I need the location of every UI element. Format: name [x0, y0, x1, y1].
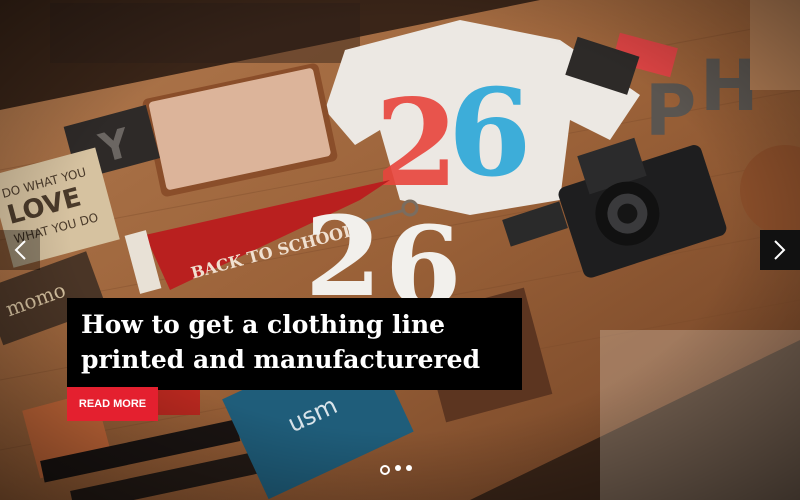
chevron-right-icon [774, 240, 786, 260]
headline-line-2: printed and manufacturered [81, 345, 481, 374]
next-slide-button[interactable] [760, 230, 800, 270]
chevron-left-icon [14, 240, 26, 260]
slide-headline: How to get a clothing line printed and m… [67, 298, 522, 390]
slide-photo: 2 6 Y DO WHAT YOU LOVE WHAT YOU DO BACK … [0, 0, 800, 500]
read-more-button[interactable]: READ MORE [67, 387, 158, 421]
slide-pagination [380, 465, 412, 475]
prev-slide-button[interactable] [0, 230, 40, 270]
pagination-dot-1[interactable] [380, 465, 390, 475]
headline-line-1: How to get a clothing line [81, 310, 446, 339]
pagination-dot-3[interactable] [406, 465, 412, 471]
pagination-dot-2[interactable] [395, 465, 401, 471]
hero-slider: 2 6 Y DO WHAT YOU LOVE WHAT YOU DO BACK … [0, 0, 800, 500]
